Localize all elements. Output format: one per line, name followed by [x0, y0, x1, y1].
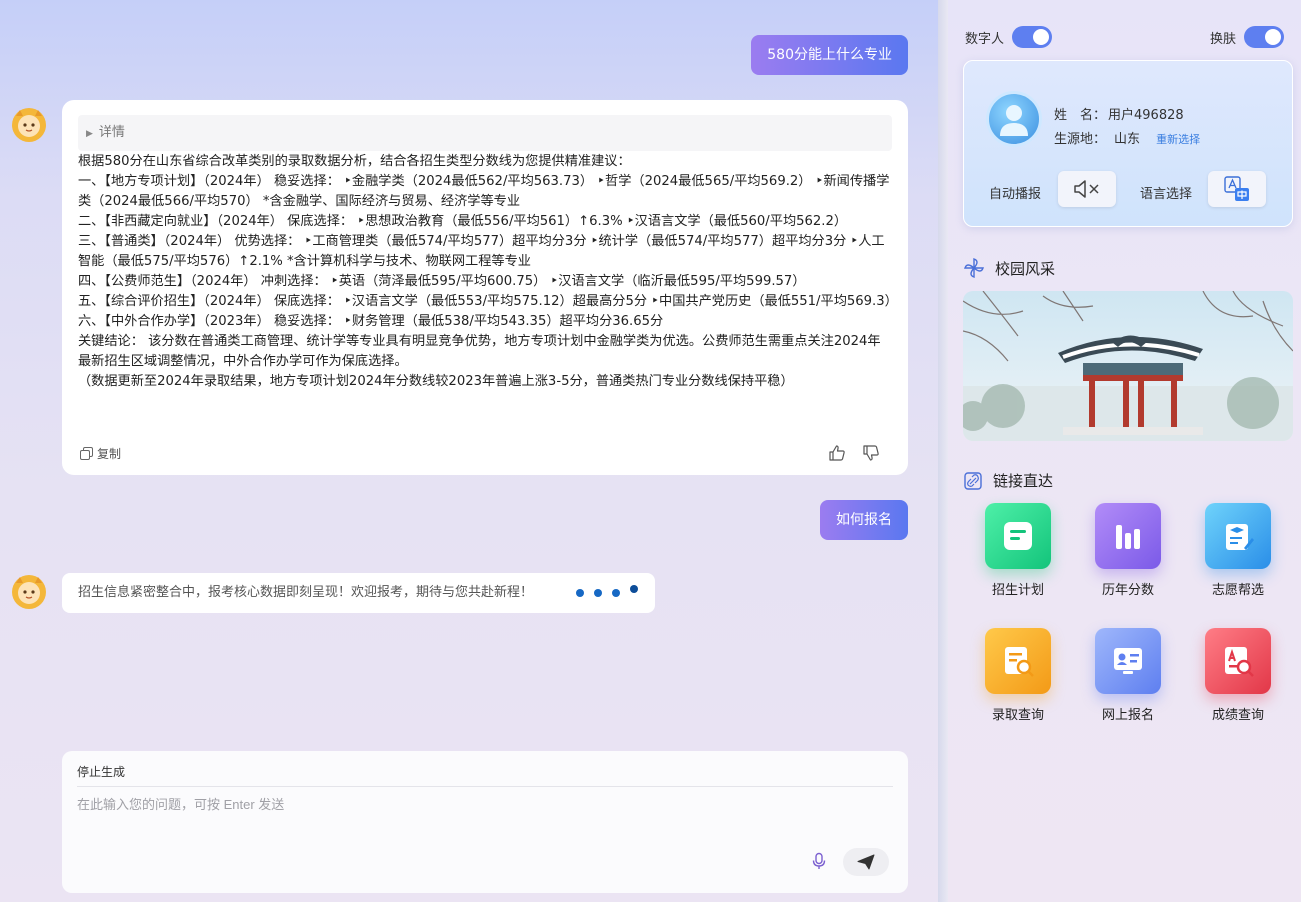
answer-line: 关键结论： 该分数在普通类工商管理、统计学等专业具有明显竞争优势，地方专项计划中… — [78, 334, 881, 369]
answer-text: 根据580分在山东省综合改革类别的录取数据分析，结合各招生类型分数线为您提供精准… — [62, 152, 908, 392]
link-past-scores[interactable]: 历年分数 — [1078, 503, 1178, 598]
link-icon — [964, 471, 982, 490]
pinwheel-icon — [964, 258, 984, 278]
loading-message: 招生信息紧密整合中，报考核心数据即刻呈现！欢迎报考，期待与您共赴新程！ — [78, 585, 534, 600]
question-input[interactable] — [77, 797, 777, 812]
link-label: 网上报名 — [1101, 708, 1154, 723]
link-label: 招生计划 — [991, 583, 1044, 598]
answer-line: （数据更新至2024年录取结果，地方专项计划2024年分数线较2023年普遍上涨… — [78, 374, 794, 389]
grad-cap-note-icon — [1205, 503, 1271, 569]
digital-human-toggle[interactable] — [1012, 26, 1053, 48]
answer-line: 六、【中外合作办学】（2023年） 稳妥选择： ‣财务管理（最低538/平均54… — [78, 314, 664, 329]
right-panel: 数字人 换肤 姓 名： 用户496828 生源地： 山东 重新选择 自动播报 语言选… — [948, 0, 1301, 902]
user-message-bubble: 如何报名 — [820, 500, 908, 540]
link-enrollment-plan[interactable]: 招生计划 — [968, 503, 1068, 598]
copy-icon — [80, 446, 93, 460]
digital-human-label: 数字人 — [965, 31, 1005, 47]
link-admission-query[interactable]: 录取查询 — [968, 628, 1068, 723]
reselect-link[interactable]: 重新选择 — [1156, 133, 1200, 146]
microphone-icon[interactable] — [810, 852, 828, 870]
skin-toggle[interactable] — [1244, 26, 1285, 48]
campus-photo — [963, 291, 1293, 441]
document-icon — [985, 503, 1051, 569]
thumbs-down-icon[interactable] — [862, 444, 880, 462]
skin-toggle-row: 换肤 — [1210, 26, 1285, 48]
link-label: 志愿帮选 — [1211, 583, 1264, 598]
link-online-registration[interactable]: 网上报名 — [1078, 628, 1178, 723]
origin-label: 生源地： — [1054, 132, 1107, 147]
id-card-icon — [1095, 628, 1161, 694]
copy-label: 复制 — [97, 446, 122, 461]
details-label: 详情 — [98, 125, 125, 140]
link-score-query[interactable]: 成绩查询 — [1188, 628, 1288, 723]
answer-line: 二、【非西藏定向就业】（2024年） 保底选择： ‣思想政治教育（最低556/平… — [78, 214, 848, 229]
search-doc-icon — [985, 628, 1051, 694]
input-divider — [77, 786, 893, 787]
origin-value: 山东 — [1114, 132, 1141, 147]
pavilion-snow-image — [963, 291, 1293, 441]
copy-button[interactable]: 复制 — [80, 445, 121, 462]
link-label: 录取查询 — [991, 708, 1044, 723]
score-search-icon — [1205, 628, 1271, 694]
language-label: 语言选择 — [1140, 187, 1193, 202]
skin-label: 换肤 — [1210, 31, 1237, 47]
send-button[interactable] — [843, 848, 889, 876]
origin-row: 生源地： 山东 重新选择 — [1054, 128, 1200, 147]
translate-icon — [1224, 176, 1249, 201]
user-avatar — [986, 91, 1042, 147]
autoplay-button[interactable] — [1058, 171, 1116, 207]
bot-avatar-icon — [12, 108, 46, 142]
link-label: 成绩查询 — [1211, 708, 1264, 723]
links-section-title: 链接直达 — [963, 470, 1053, 491]
thumbs-up-icon[interactable] — [828, 444, 846, 462]
card-actions: 复制 — [80, 443, 880, 463]
link-volunteer-helper[interactable]: 志愿帮选 — [1188, 503, 1288, 598]
triangle-right-icon: ▶ — [86, 129, 93, 139]
speaker-mute-icon — [1074, 180, 1099, 198]
language-button[interactable] — [1208, 171, 1266, 207]
chat-area: 580分能上什么专业 ▶ 详情 根据580分在山东省综合改革类别的录取数据分析，结… — [0, 0, 938, 902]
campus-section-title: 校园风采 — [963, 257, 1055, 279]
answer-line: 五、【综合评价招生】（2024年） 保底选择： ‣汉语言文学（最低553/平均5… — [78, 294, 898, 309]
user-message-bubble: 580分能上什么专业 — [751, 35, 908, 75]
name-row: 姓 名： 用户496828 — [1054, 104, 1184, 123]
digital-human-toggle-row: 数字人 — [965, 26, 1053, 48]
autoplay-label: 自动播报 — [989, 187, 1042, 202]
typing-dots-icon — [576, 573, 638, 613]
details-toggle[interactable]: ▶ 详情 — [78, 115, 892, 151]
bot-answer-card: ▶ 详情 根据580分在山东省综合改革类别的录取数据分析，结合各招生类型分数线为您… — [62, 100, 908, 475]
name-label: 姓 名： — [1054, 108, 1107, 123]
name-value: 用户496828 — [1108, 108, 1184, 123]
answer-line: 根据580分在山东省综合改革类别的录取数据分析，结合各招生类型分数线为您提供精准… — [78, 154, 631, 169]
profile-card: 姓 名： 用户496828 生源地： 山东 重新选择 自动播报 语言选择 — [963, 60, 1293, 227]
chat-input-box: 停止生成 — [62, 751, 908, 893]
stop-generating-button[interactable]: 停止生成 — [77, 763, 125, 780]
panel-divider — [938, 0, 948, 902]
link-label: 历年分数 — [1101, 583, 1154, 598]
bar-chart-icon — [1095, 503, 1161, 569]
answer-line: 四、【公费师范生】（2024年） 冲刺选择： ‣英语（菏泽最低595/平均600… — [78, 274, 806, 289]
send-icon — [857, 854, 875, 870]
answer-line: 一、【地方专项计划】（2024年） 稳妥选择： ‣金融学类（2024最低562/… — [78, 174, 890, 209]
bot-avatar-icon — [12, 575, 46, 609]
links-title: 链接直达 — [993, 472, 1054, 490]
user-silhouette-icon — [1000, 105, 1028, 136]
answer-line: 三、【普通类】（2024年） 优势选择： ‣工商管理类（最低574/平均577）… — [78, 234, 885, 269]
bot-loading-card: 招生信息紧密整合中，报考核心数据即刻呈现！欢迎报考，期待与您共赴新程！ — [62, 573, 655, 613]
campus-title: 校园风采 — [995, 259, 1056, 278]
